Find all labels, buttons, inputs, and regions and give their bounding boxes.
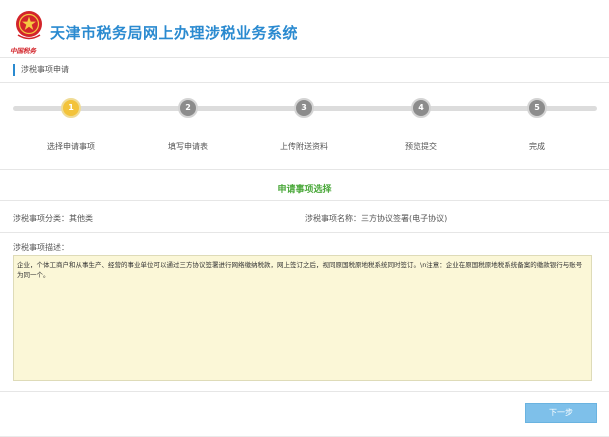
category-info: 涉税事项分类：其他类	[13, 214, 93, 223]
title-divider	[0, 82, 609, 83]
step-2-circle: 2	[178, 98, 198, 118]
header-divider	[0, 57, 609, 58]
description-label: 涉税事项描述：	[13, 243, 69, 252]
step-3-circle: 3	[294, 98, 314, 118]
step-1-circle: 1	[61, 98, 81, 118]
description-box: 企业，个体工商户和从事生产、经营的事业单位可以通过三方协议签署进行网络缴纳税款，…	[13, 255, 592, 381]
step-5-label: 完成	[529, 142, 545, 151]
steps-divider	[0, 169, 609, 170]
item-name-info: 涉税事项名称：三方协议签署(电子协议)	[305, 214, 448, 223]
app-title: 天津市税务局网上办理涉税业务系统	[50, 24, 299, 42]
footer-divider	[0, 391, 609, 392]
selection-heading: 申请事项选择	[277, 185, 332, 195]
step-4-label: 预览提交	[405, 142, 437, 151]
app-header: 中国税务 天津市税务局网上办理涉税业务系统	[0, 0, 609, 60]
emblem-text: 中国税务	[10, 47, 36, 55]
step-1-label: 选择申请事项	[47, 142, 95, 151]
step-2-label: 填写申请表	[168, 142, 208, 151]
step-4-circle: 4	[411, 98, 431, 118]
page-title: 涉税事项申请	[13, 64, 69, 76]
next-step-button[interactable]: 下一步	[525, 403, 597, 423]
selection-divider	[0, 200, 609, 201]
step-3-label: 上传附送资料	[280, 142, 328, 151]
step-5-circle: 5	[527, 98, 547, 118]
info-divider	[0, 232, 609, 233]
